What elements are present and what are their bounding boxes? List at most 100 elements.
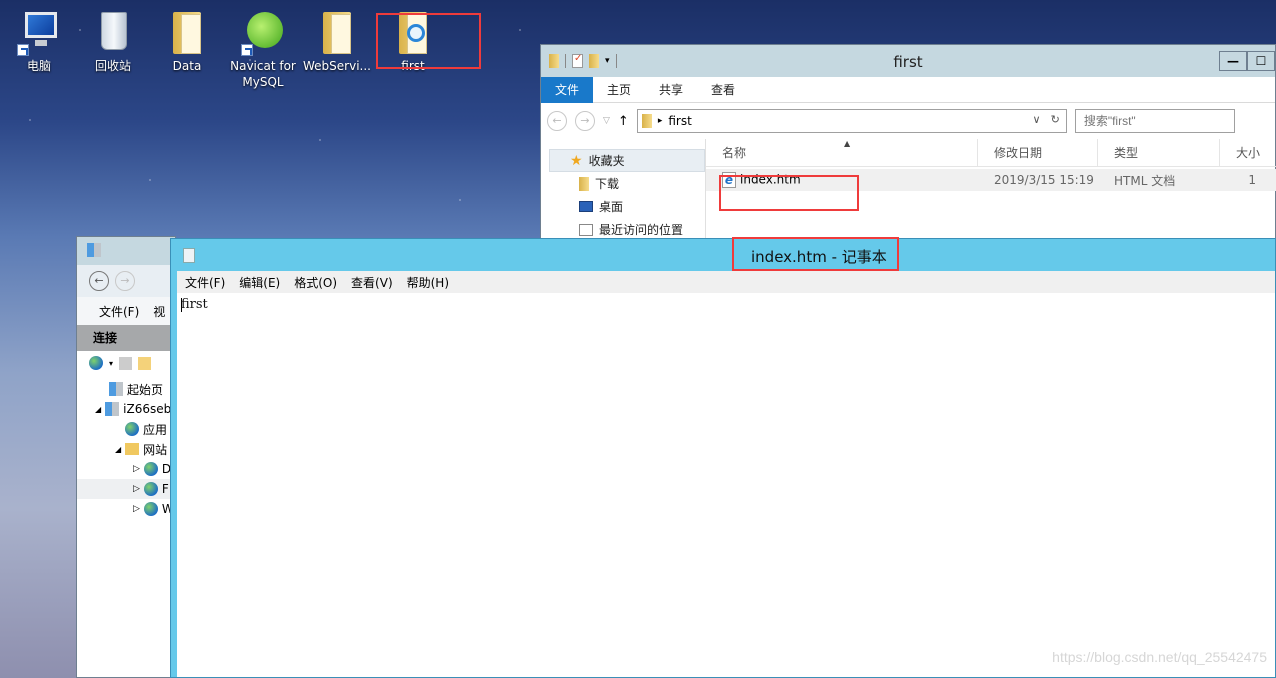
breadcrumb-arrow-icon[interactable]: ▸: [658, 116, 663, 126]
navigation-pane: ★ 收藏夹 下载 桌面 最近访问的位置: [541, 139, 705, 241]
menu-file[interactable]: 文件(F): [99, 303, 139, 320]
folder-icon: [641, 114, 652, 128]
address-dropdown-icon[interactable]: ∨: [1033, 113, 1041, 126]
tree-item-sites[interactable]: ◢ 网站: [77, 439, 175, 459]
iis-titlebar: [77, 237, 175, 265]
iis-nav-bar: ← →: [77, 265, 175, 297]
iis-manager-window: ← → 文件(F) 视 连接 ▾ 起始页 ◢ iZ66seb 应用 ◢ 网站 ▷ D …: [76, 236, 176, 678]
sidebar-item-favorites[interactable]: ★ 收藏夹: [549, 149, 705, 172]
desktop-icon-label: 回收站: [94, 59, 131, 73]
navigation-bar: ← → ▽ ↑ ▸ first ∨ ↻: [541, 103, 1275, 139]
file-size: 1: [1248, 173, 1256, 187]
minimize-button[interactable]: —: [1219, 51, 1247, 71]
tree-item-start-page[interactable]: 起始页: [77, 379, 175, 399]
ribbon-tabs: 文件 主页 共享 查看: [541, 76, 1275, 103]
save-icon[interactable]: [119, 356, 133, 370]
explorer-titlebar: ▾ first — ☐: [541, 45, 1275, 77]
breadcrumb-first[interactable]: first: [668, 114, 691, 128]
search-input[interactable]: [1074, 109, 1235, 133]
desktop-icon-navicat[interactable]: Navicat for MySQL: [226, 8, 300, 90]
connections-header: 连接: [77, 325, 175, 351]
desktop-icon-label: Data: [172, 59, 202, 73]
up-level-icon[interactable]: [138, 356, 152, 370]
connections-toolbar: ▾: [77, 351, 175, 375]
desktop-icon-recycle-bin[interactable]: 回收站: [76, 8, 150, 74]
menu-format[interactable]: 格式(O): [294, 274, 337, 291]
highlight-first-folder: [376, 13, 481, 69]
menu-view[interactable]: 视: [153, 303, 165, 320]
desktop-icon-computer[interactable]: 电脑: [2, 8, 76, 74]
site-icon: [143, 502, 158, 516]
window-title: first: [893, 53, 923, 71]
tab-share[interactable]: 共享: [645, 77, 697, 103]
file-type: HTML 文档: [1114, 173, 1176, 188]
connect-icon[interactable]: [89, 356, 103, 370]
notepad-menu-bar: 文件(F) 编辑(E) 格式(O) 查看(V) 帮助(H): [177, 271, 1275, 293]
collapse-icon: ▷: [133, 504, 140, 514]
sites-folder-icon: [125, 443, 140, 455]
folder-icon: [163, 8, 211, 56]
up-button[interactable]: ↑: [618, 114, 629, 129]
explorer-window: ▾ first — ☐ 文件 主页 共享 查看 ← → ▽ ↑ ▸ first …: [540, 44, 1276, 244]
column-name[interactable]: 名称 ▲: [706, 138, 978, 167]
menu-view[interactable]: 查看(V): [351, 274, 393, 291]
computer-icon: [15, 8, 63, 56]
menu-file[interactable]: 文件(F): [185, 274, 225, 291]
tree-item-site[interactable]: ▷ F: [77, 479, 175, 499]
notepad-text-area[interactable]: first: [177, 293, 1275, 677]
recycle-bin-icon: [89, 8, 137, 56]
maximize-button[interactable]: ☐: [1247, 51, 1275, 71]
app-pools-icon: [125, 422, 139, 436]
sidebar-item-downloads[interactable]: 下载: [541, 172, 705, 195]
refresh-icon[interactable]: ↻: [1051, 113, 1060, 126]
sidebar-item-desktop[interactable]: 桌面: [541, 195, 705, 218]
notepad-icon: [183, 248, 195, 263]
server-icon: [105, 402, 120, 416]
download-folder-icon: [579, 176, 589, 191]
forward-button[interactable]: →: [575, 111, 595, 131]
desktop-icon-label: WebServi...: [303, 59, 371, 73]
iis-menu-bar: 文件(F) 视: [77, 297, 175, 325]
tree-item-server[interactable]: ◢ iZ66seb: [77, 399, 175, 419]
recent-places-icon: [579, 223, 593, 236]
tab-view[interactable]: 查看: [697, 77, 749, 103]
column-modified[interactable]: 修改日期: [978, 138, 1098, 167]
column-headers: 名称 ▲ 修改日期 类型 大小: [706, 138, 1276, 167]
menu-help[interactable]: 帮助(H): [407, 274, 449, 291]
tree-item-app-pools[interactable]: 应用: [77, 419, 175, 439]
notepad-titlebar: index.htm - 记事本: [171, 239, 1275, 271]
tree-item-site[interactable]: ▷ D: [77, 459, 175, 479]
desktop-icon-webservice[interactable]: WebServi...: [300, 8, 374, 74]
tab-file[interactable]: 文件: [541, 76, 594, 103]
back-button[interactable]: ←: [547, 111, 567, 131]
navicat-icon: [239, 8, 287, 56]
notepad-window: index.htm - 记事本 文件(F) 编辑(E) 格式(O) 查看(V) …: [170, 238, 1276, 678]
connections-tree: 起始页 ◢ iZ66seb 应用 ◢ 网站 ▷ D ▷ F ▷ W: [77, 375, 175, 519]
back-button[interactable]: ←: [89, 271, 109, 291]
expand-icon: ◢: [115, 444, 122, 454]
star-icon: ★: [570, 152, 583, 169]
site-icon: [143, 462, 158, 476]
forward-button[interactable]: →: [115, 271, 135, 291]
collapse-icon: ▷: [133, 464, 140, 474]
tab-home[interactable]: 主页: [593, 77, 645, 103]
site-icon: [143, 482, 158, 496]
folder-icon: [313, 8, 361, 56]
highlight-notepad-title: [732, 237, 899, 271]
desktop-icon-data[interactable]: Data: [150, 8, 224, 74]
desktop-icon: [579, 201, 593, 212]
recent-locations-icon[interactable]: ▽: [603, 116, 610, 126]
highlight-index-file: [719, 175, 859, 211]
sort-ascending-icon: ▲: [844, 138, 851, 148]
start-page-icon: [109, 382, 123, 396]
column-type[interactable]: 类型: [1098, 138, 1220, 167]
watermark: https://blog.csdn.net/qq_25542475: [1052, 649, 1267, 665]
address-bar[interactable]: ▸ first ∨ ↻: [636, 109, 1067, 133]
desktop-icon-label: 电脑: [26, 59, 51, 73]
collapse-icon: ▷: [133, 484, 140, 494]
tree-item-site[interactable]: ▷ W: [77, 499, 175, 519]
column-size[interactable]: 大小: [1220, 139, 1276, 167]
menu-edit[interactable]: 编辑(E): [239, 274, 280, 291]
dropdown-icon[interactable]: ▾: [109, 359, 113, 368]
expand-icon: ◢: [95, 404, 102, 414]
